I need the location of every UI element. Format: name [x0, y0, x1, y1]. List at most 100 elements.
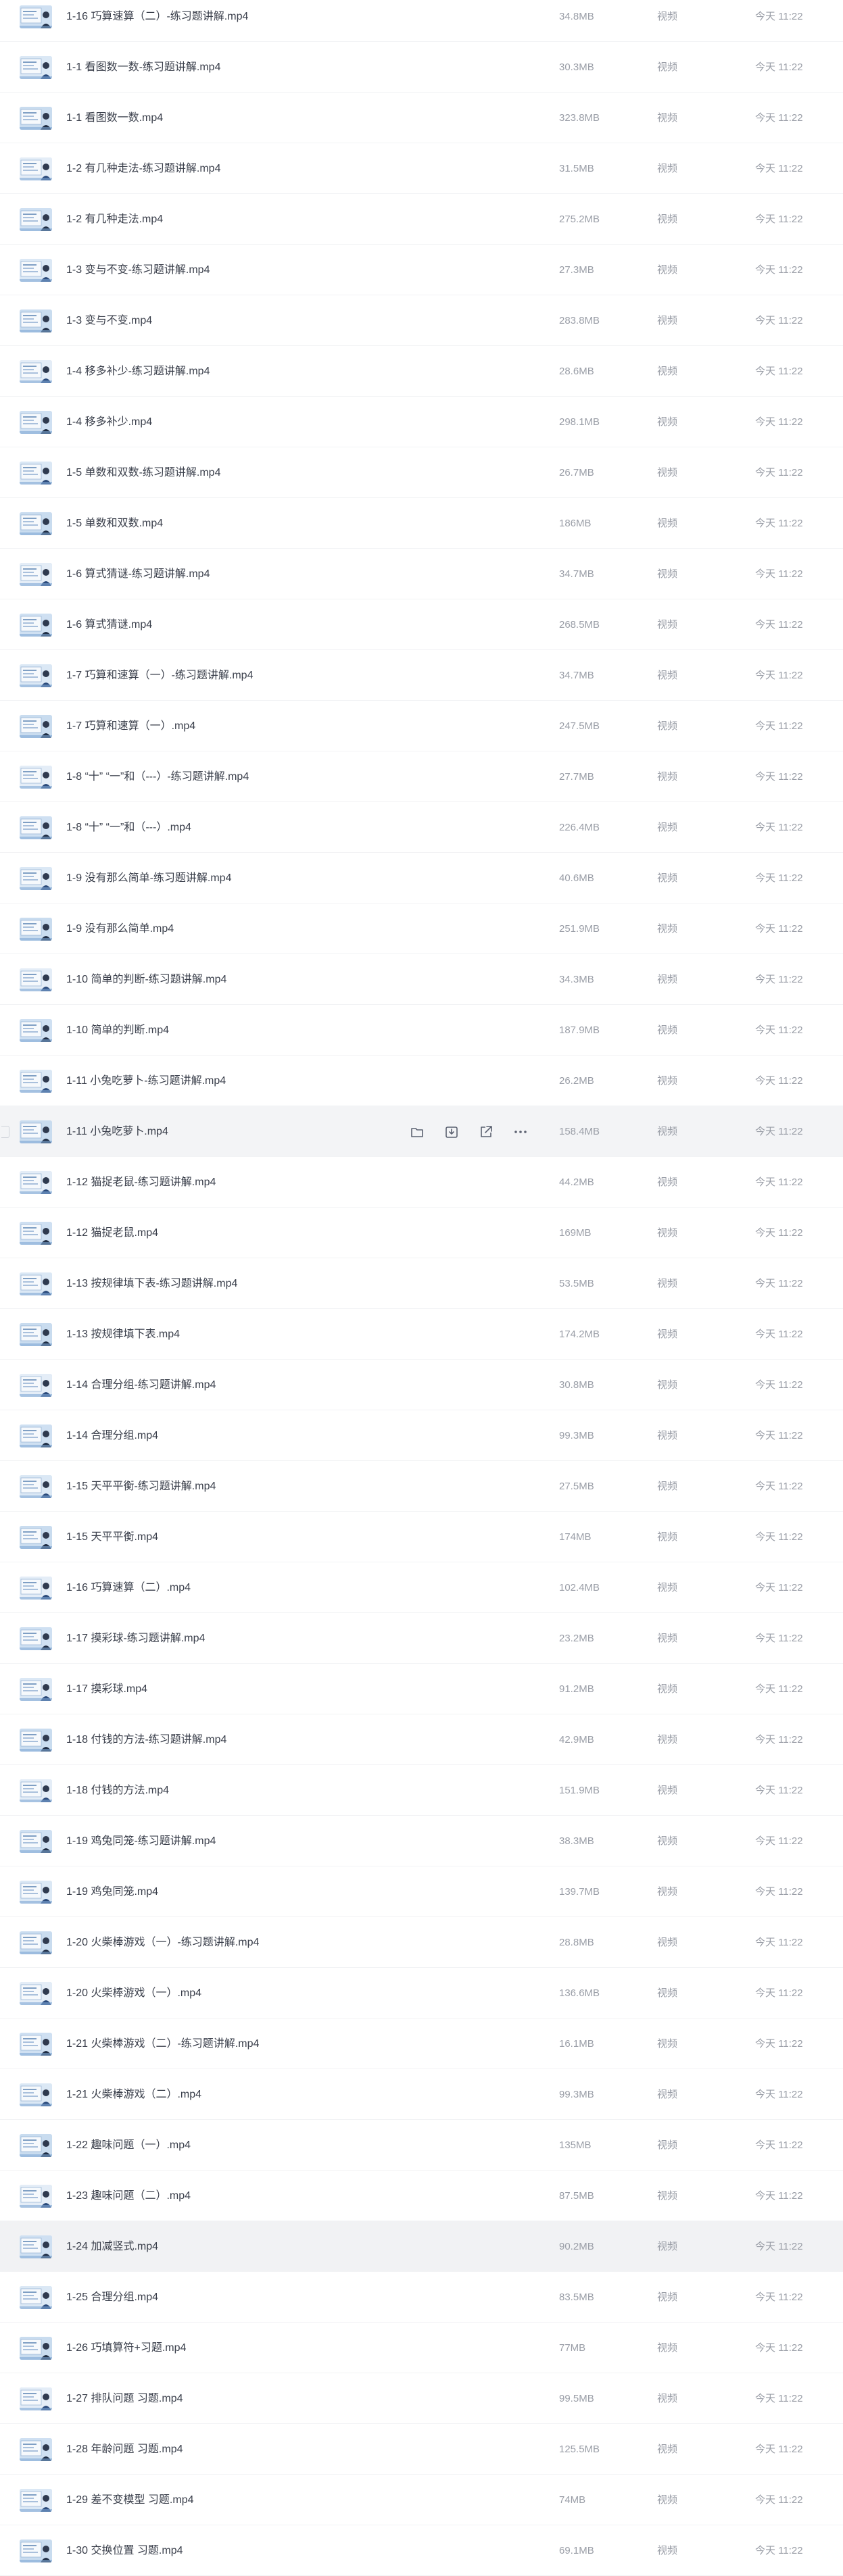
file-name[interactable]: 1-13 按规律填下表.mp4 — [66, 1328, 180, 1341]
video-thumbnail[interactable] — [20, 1171, 52, 1194]
video-thumbnail[interactable] — [20, 2286, 52, 2309]
file-row[interactable]: 1-9 没有那么简单.mp4 251.9MB 视频 今天 11:22 — [0, 903, 843, 954]
video-thumbnail[interactable] — [20, 2235, 52, 2258]
file-row[interactable]: 1-23 趣味问题（二）.mp4 87.5MB 视频 今天 11:22 — [0, 2171, 843, 2221]
move-folder-icon[interactable] — [409, 1124, 425, 1140]
video-thumbnail[interactable] — [20, 2387, 52, 2410]
video-thumbnail[interactable] — [20, 5, 52, 28]
file-name[interactable]: 1-10 简单的判断.mp4 — [66, 1024, 169, 1037]
file-row[interactable]: 1-17 摸彩球-练习题讲解.mp4 23.2MB 视频 今天 11:22 — [0, 1613, 843, 1664]
video-thumbnail[interactable] — [20, 259, 52, 282]
file-name[interactable]: 1-7 巧算和速算（一）-练习题讲解.mp4 — [66, 669, 253, 683]
file-name[interactable]: 1-9 没有那么简单.mp4 — [66, 922, 174, 936]
file-name[interactable]: 1-2 有几种走法-练习题讲解.mp4 — [66, 162, 220, 176]
file-name[interactable]: 1-17 摸彩球-练习题讲解.mp4 — [66, 1632, 205, 1645]
file-name[interactable]: 1-10 简单的判断-练习题讲解.mp4 — [66, 973, 226, 987]
file-name[interactable]: 1-15 天平平衡-练习题讲解.mp4 — [66, 1480, 216, 1493]
video-thumbnail[interactable] — [20, 1577, 52, 1600]
video-thumbnail[interactable] — [20, 1678, 52, 1701]
file-row[interactable]: 1-10 简单的判断.mp4 187.9MB 视频 今天 11:22 — [0, 1005, 843, 1056]
file-name[interactable]: 1-28 年龄问题 习题.mp4 — [66, 2443, 183, 2456]
file-row[interactable]: 1-18 付钱的方法.mp4 151.9MB 视频 今天 11:22 — [0, 1765, 843, 1816]
file-row[interactable]: 1-16 巧算速算（二）-练习题讲解.mp4 34.8MB 视频 今天 11:22 — [0, 0, 843, 42]
file-row[interactable]: 1-1 看图数一数-练习题讲解.mp4 30.3MB 视频 今天 11:22 — [0, 42, 843, 93]
video-thumbnail[interactable] — [20, 2438, 52, 2461]
video-thumbnail[interactable] — [20, 1931, 52, 1954]
file-row[interactable]: 1-6 算式猜谜-练习题讲解.mp4 34.7MB 视频 今天 11:22 — [0, 549, 843, 599]
file-row[interactable]: 1-13 按规律填下表-练习题讲解.mp4 53.5MB 视频 今天 11:22 — [0, 1258, 843, 1309]
file-row[interactable]: 1-7 巧算和速算（一）-练习题讲解.mp4 34.7MB 视频 今天 11:22 — [0, 650, 843, 701]
file-row[interactable]: 1-28 年龄问题 习题.mp4 125.5MB 视频 今天 11:22 — [0, 2424, 843, 2475]
file-name[interactable]: 1-3 变与不变-练习题讲解.mp4 — [66, 264, 210, 277]
file-name[interactable]: 1-24 加减竖式.mp4 — [66, 2240, 158, 2254]
file-row[interactable]: 1-2 有几种走法-练习题讲解.mp4 31.5MB 视频 今天 11:22 — [0, 143, 843, 194]
file-row[interactable]: 1-19 鸡兔同笼.mp4 139.7MB 视频 今天 11:22 — [0, 1866, 843, 1917]
video-thumbnail[interactable] — [20, 1526, 52, 1549]
file-name[interactable]: 1-12 猫捉老鼠-练习题讲解.mp4 — [66, 1176, 216, 1189]
file-row[interactable]: 1-3 变与不变.mp4 283.8MB 视频 今天 11:22 — [0, 295, 843, 346]
file-name[interactable]: 1-17 摸彩球.mp4 — [66, 1683, 147, 1696]
file-row[interactable]: 1-21 火柴棒游戏（二）.mp4 99.3MB 视频 今天 11:22 — [0, 2069, 843, 2120]
video-thumbnail[interactable] — [20, 1982, 52, 2005]
file-name[interactable]: 1-4 移多补少.mp4 — [66, 416, 152, 429]
video-thumbnail[interactable] — [20, 2083, 52, 2106]
file-name[interactable]: 1-9 没有那么简单-练习题讲解.mp4 — [66, 872, 231, 885]
file-row[interactable]: 1-13 按规律填下表.mp4 174.2MB 视频 今天 11:22 — [0, 1309, 843, 1360]
video-thumbnail[interactable] — [20, 1475, 52, 1498]
file-row[interactable]: 1-22 趣味问题（一）.mp4 135MB 视频 今天 11:22 — [0, 2120, 843, 2171]
file-row[interactable]: 1-5 单数和双数.mp4 186MB 视频 今天 11:22 — [0, 498, 843, 549]
file-name[interactable]: 1-18 付钱的方法.mp4 — [66, 1784, 169, 1798]
video-thumbnail[interactable] — [20, 512, 52, 535]
video-thumbnail[interactable] — [20, 1729, 52, 1752]
file-row[interactable]: 1-19 鸡兔同笼-练习题讲解.mp4 38.3MB 视频 今天 11:22 — [0, 1816, 843, 1866]
video-thumbnail[interactable] — [20, 309, 52, 332]
video-thumbnail[interactable] — [20, 1120, 52, 1143]
file-name[interactable]: 1-22 趣味问题（一）.mp4 — [66, 2139, 191, 2152]
file-row[interactable]: 1-3 变与不变-练习题讲解.mp4 27.3MB 视频 今天 11:22 — [0, 245, 843, 295]
video-thumbnail[interactable] — [20, 2337, 52, 2360]
video-thumbnail[interactable] — [20, 2185, 52, 2208]
file-name[interactable]: 1-1 看图数一数-练习题讲解.mp4 — [66, 61, 220, 74]
file-row[interactable]: 1-9 没有那么简单-练习题讲解.mp4 40.6MB 视频 今天 11:22 — [0, 853, 843, 903]
video-thumbnail[interactable] — [20, 2134, 52, 2157]
file-name[interactable]: 1-14 合理分组.mp4 — [66, 1429, 158, 1443]
file-row[interactable]: 1-14 合理分组.mp4 99.3MB 视频 今天 11:22 — [0, 1410, 843, 1461]
file-row[interactable]: 1-29 差不变模型 习题.mp4 74MB 视频 今天 11:22 — [0, 2475, 843, 2525]
share-icon[interactable] — [478, 1124, 494, 1140]
file-name[interactable]: 1-23 趣味问题（二）.mp4 — [66, 2189, 191, 2203]
video-thumbnail[interactable] — [20, 816, 52, 839]
video-thumbnail[interactable] — [20, 664, 52, 687]
file-row[interactable]: 1-4 移多补少.mp4 298.1MB 视频 今天 11:22 — [0, 397, 843, 447]
file-row[interactable]: 1-6 算式猜谜.mp4 268.5MB 视频 今天 11:22 — [0, 599, 843, 650]
video-thumbnail[interactable] — [20, 157, 52, 180]
video-thumbnail[interactable] — [20, 1425, 52, 1447]
video-thumbnail[interactable] — [20, 1070, 52, 1093]
row-checkbox[interactable] — [1, 1126, 9, 1138]
file-name[interactable]: 1-7 巧算和速算（一）.mp4 — [66, 720, 195, 733]
file-name[interactable]: 1-4 移多补少-练习题讲解.mp4 — [66, 365, 210, 378]
video-thumbnail[interactable] — [20, 1222, 52, 1245]
video-thumbnail[interactable] — [20, 2033, 52, 2056]
video-thumbnail[interactable] — [20, 614, 52, 637]
file-row[interactable]: 1-15 天平平衡-练习题讲解.mp4 27.5MB 视频 今天 11:22 — [0, 1461, 843, 1512]
file-row[interactable]: 1-1 看图数一数.mp4 323.8MB 视频 今天 11:22 — [0, 93, 843, 143]
file-name[interactable]: 1-6 算式猜谜-练习题讲解.mp4 — [66, 568, 210, 581]
video-thumbnail[interactable] — [20, 715, 52, 738]
file-row[interactable]: 1-12 猫捉老鼠-练习题讲解.mp4 44.2MB 视频 今天 11:22 — [0, 1157, 843, 1208]
video-thumbnail[interactable] — [20, 1627, 52, 1650]
video-thumbnail[interactable] — [20, 918, 52, 941]
file-name[interactable]: 1-16 巧算速算（二）-练习题讲解.mp4 — [66, 10, 248, 24]
video-thumbnail[interactable] — [20, 766, 52, 789]
video-thumbnail[interactable] — [20, 867, 52, 890]
video-thumbnail[interactable] — [20, 968, 52, 991]
file-name[interactable]: 1-2 有几种走法.mp4 — [66, 213, 163, 226]
file-row[interactable]: 1-12 猫捉老鼠.mp4 169MB 视频 今天 11:22 — [0, 1208, 843, 1258]
file-row[interactable]: 1-18 付钱的方法-练习题讲解.mp4 42.9MB 视频 今天 11:22 — [0, 1714, 843, 1765]
file-name[interactable]: 1-11 小兔吃萝卜-练习题讲解.mp4 — [66, 1074, 226, 1088]
file-name[interactable]: 1-26 巧填算符+习题.mp4 — [66, 2342, 186, 2355]
video-thumbnail[interactable] — [20, 1374, 52, 1397]
file-row[interactable]: 1-7 巧算和速算（一）.mp4 247.5MB 视频 今天 11:22 — [0, 701, 843, 751]
file-row[interactable]: 1-5 单数和双数-练习题讲解.mp4 26.7MB 视频 今天 11:22 — [0, 447, 843, 498]
file-name[interactable]: 1-20 火柴棒游戏（一）-练习题讲解.mp4 — [66, 1936, 259, 1950]
video-thumbnail[interactable] — [20, 1019, 52, 1042]
